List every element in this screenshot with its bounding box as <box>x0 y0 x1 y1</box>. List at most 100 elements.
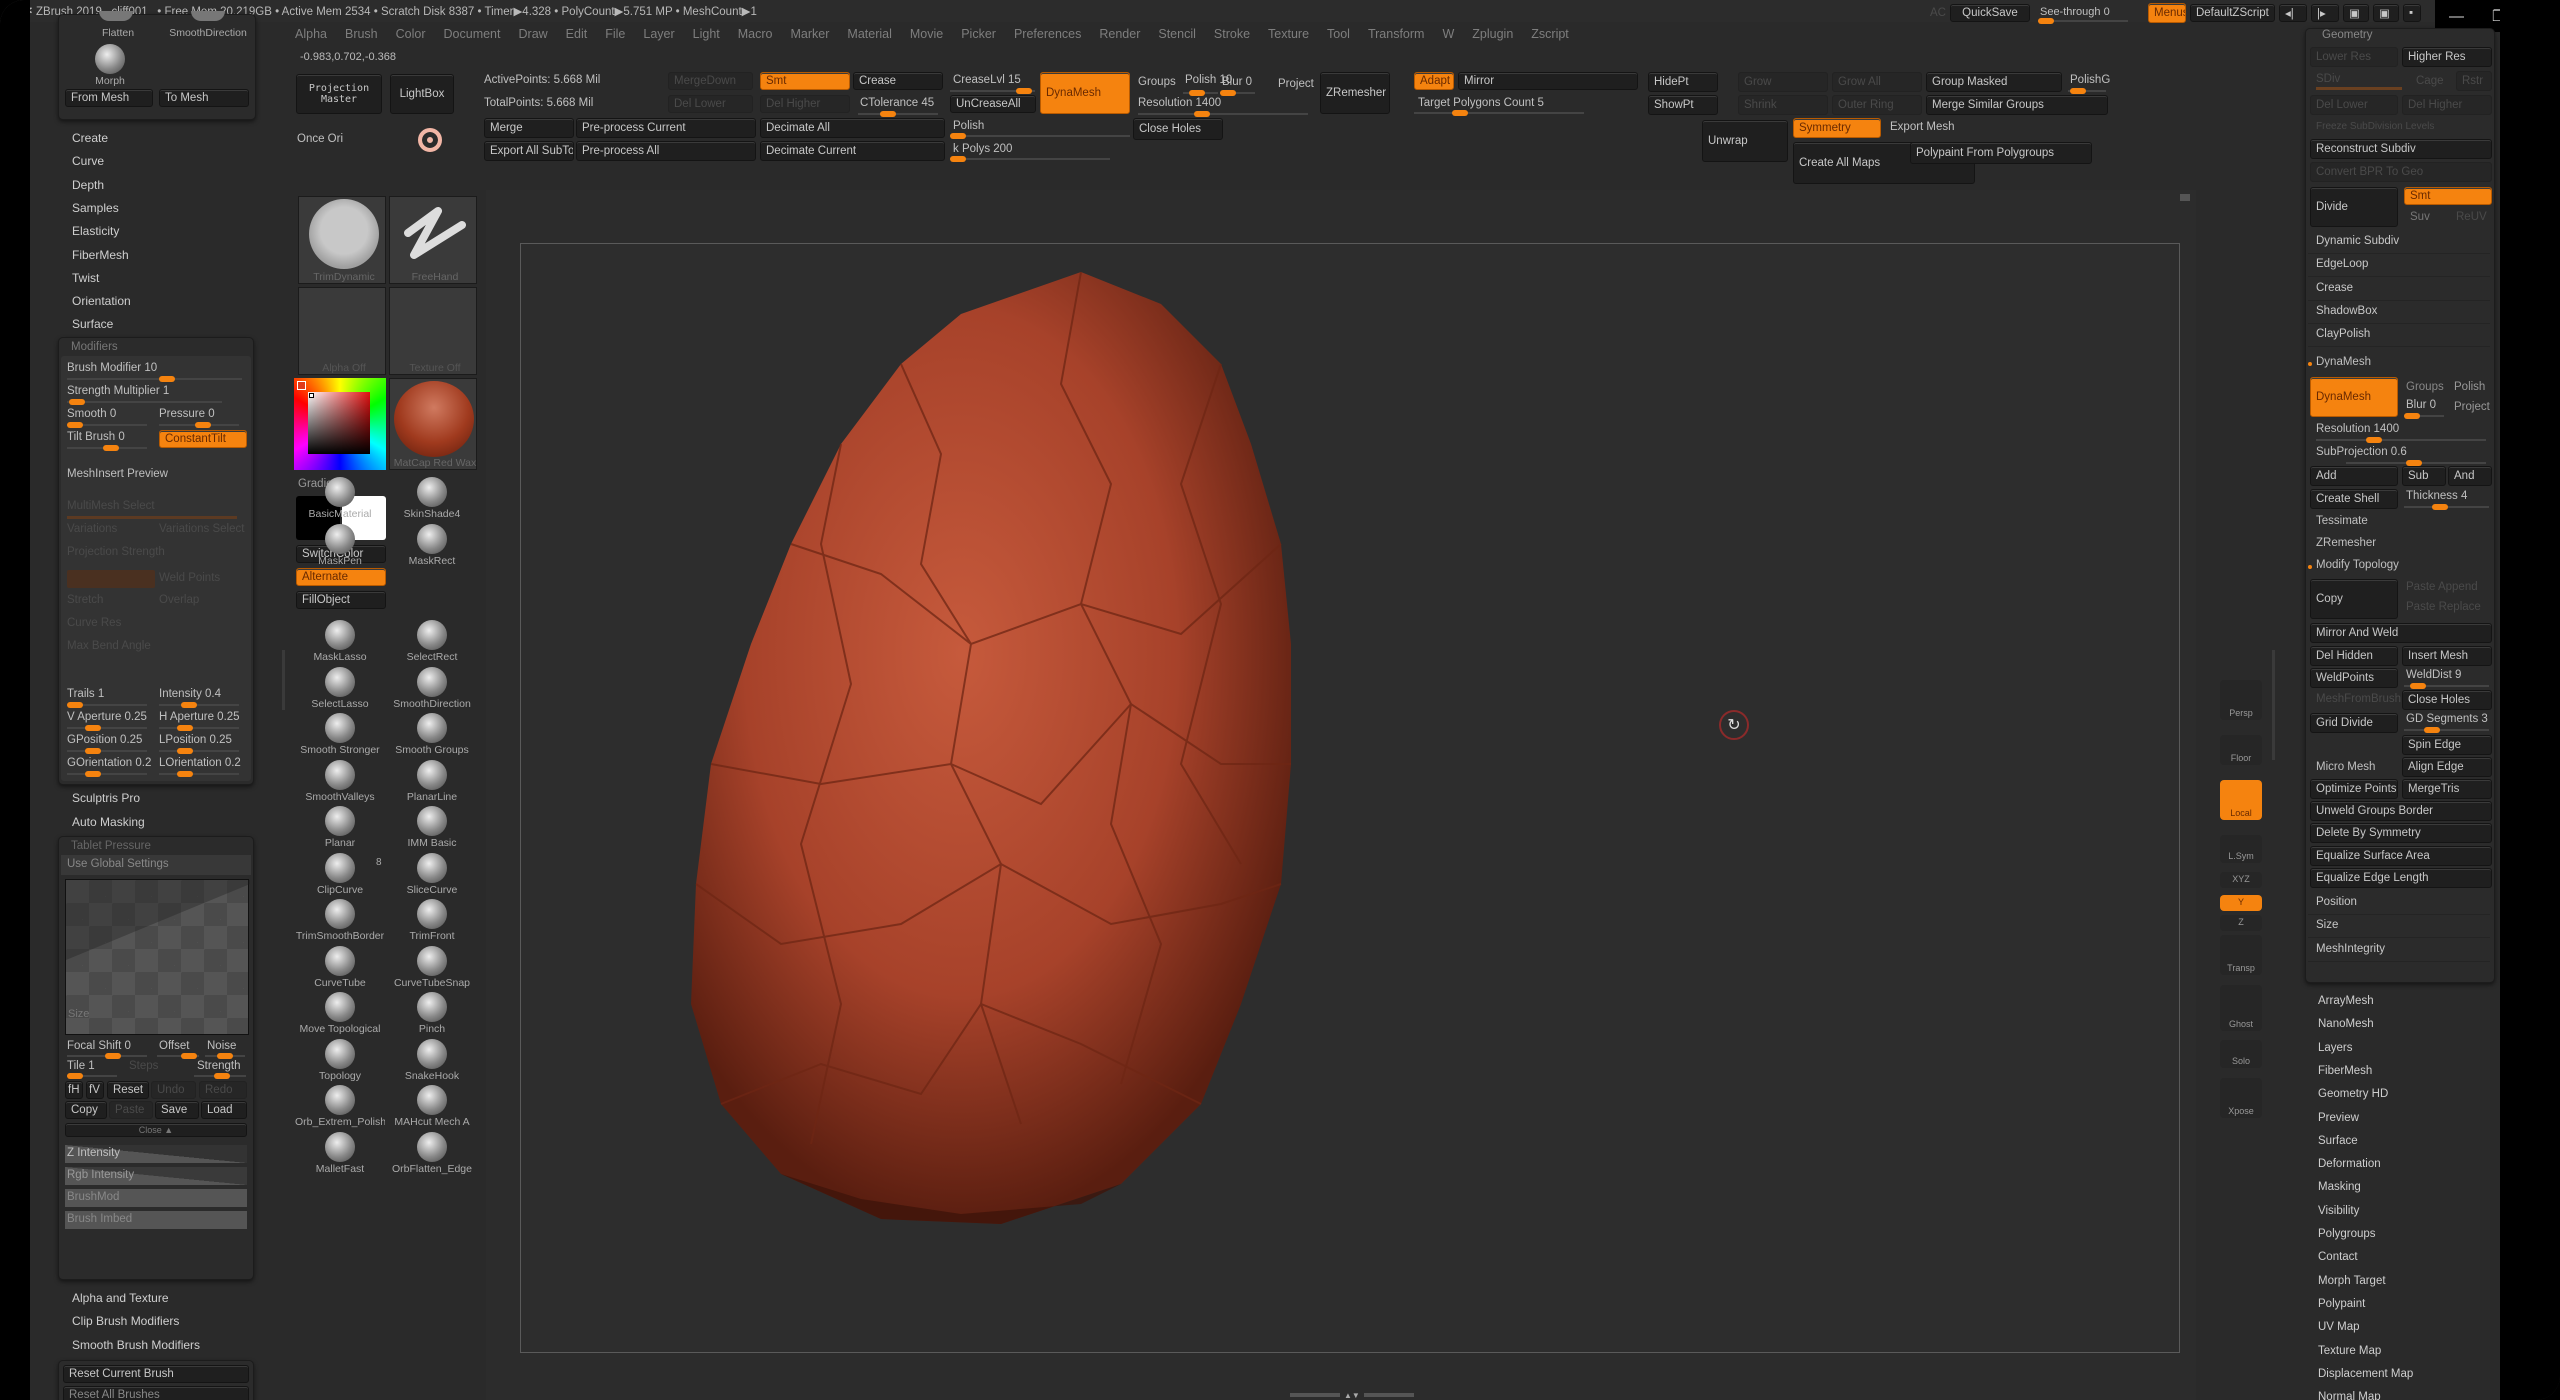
smooth-brush-modifiers-section[interactable]: Smooth Brush Modifiers <box>72 1338 200 1352</box>
color-picker[interactable] <box>294 378 386 470</box>
offset-slider[interactable] <box>157 1053 199 1059</box>
shrink-button[interactable]: Shrink <box>1738 95 1828 115</box>
flip-h-button[interactable]: fH <box>65 1081 83 1099</box>
tool-section-normal-map[interactable]: Normal Map <box>2318 1391 2381 1400</box>
reset-all-brushes-button[interactable]: Reset All Brushes <box>63 1386 249 1400</box>
geo-dynamesh-button[interactable]: DynaMesh <box>2310 377 2398 417</box>
clipcurve-brush-icon[interactable] <box>325 852 355 883</box>
del-hidden-button[interactable]: Del Hidden <box>2310 646 2398 666</box>
section-samples[interactable]: Samples <box>72 201 119 215</box>
reconstruct-subdiv-button[interactable]: Reconstruct Subdiv <box>2310 139 2492 159</box>
micro-mesh-label[interactable]: Micro Mesh <box>2316 761 2375 773</box>
geo-section-shadowbox[interactable]: ShadowBox <box>2308 302 2490 324</box>
planar-brush-icon[interactable] <box>325 806 355 836</box>
menu-transform[interactable]: Transform <box>1368 27 1425 41</box>
insert-mesh-button[interactable]: Insert Mesh <box>2402 646 2492 666</box>
topology-brush-icon[interactable] <box>325 1038 355 1069</box>
reuv-toggle[interactable]: ReUV <box>2456 211 2487 223</box>
persp-view-button[interactable]: Persp <box>2220 680 2262 720</box>
subprojection-slider[interactable] <box>2346 460 2486 466</box>
main-color-swatch[interactable] <box>297 381 306 390</box>
tray-right-icon[interactable]: |▸ <box>2310 4 2339 22</box>
geo-section-meshintegrity[interactable]: MeshIntegrity <box>2308 940 2490 962</box>
menu-brush[interactable]: Brush <box>345 27 378 41</box>
auto-masking-section[interactable]: Auto Masking <box>72 815 145 829</box>
once-ori-indicator-icon[interactable] <box>418 128 442 152</box>
spin-edge-button[interactable]: Spin Edge <box>2402 735 2492 755</box>
slicecurve-brush-icon[interactable] <box>417 852 447 883</box>
gorientation-slider[interactable] <box>67 771 147 777</box>
showpt-button[interactable]: ShowPt <box>1648 95 1718 115</box>
material-button[interactable]: MatCap Red Wax <box>389 378 477 470</box>
geo-dynamesh-polish-toggle[interactable]: Polish <box>2454 381 2485 393</box>
curve-save-button[interactable]: Save <box>155 1101 199 1119</box>
trimsmoothborder-brush-icon[interactable] <box>325 899 355 929</box>
dynamesh-polish-slider[interactable] <box>1183 90 1218 96</box>
menu-zscript[interactable]: Zscript <box>1531 27 1569 41</box>
tool-section-visibility[interactable]: Visibility <box>2318 1205 2359 1217</box>
adapt-toggle[interactable]: Adapt <box>1414 72 1454 90</box>
smt-toggle[interactable]: Smt <box>760 72 850 90</box>
tile-slider[interactable] <box>67 1073 117 1079</box>
curve-close-button[interactable]: Close ▲ <box>65 1123 247 1137</box>
alpha-and-texture-section[interactable]: Alpha and Texture <box>72 1291 169 1305</box>
boolean-sub-button[interactable]: Sub <box>2402 466 2446 486</box>
menu-tool[interactable]: Tool <box>1327 27 1350 41</box>
menu-alpha[interactable]: Alpha <box>295 27 327 41</box>
menu-stroke[interactable]: Stroke <box>1214 27 1250 41</box>
solo-view-button[interactable]: Solo <box>2220 1040 2262 1068</box>
create-shell-button[interactable]: Create Shell <box>2310 489 2398 509</box>
merge-similar-groups-button[interactable]: Merge Similar Groups <box>1926 95 2108 115</box>
del-higher-button[interactable]: Del Higher <box>760 95 850 113</box>
tool-section-displacement-map[interactable]: Displacement Map <box>2318 1368 2413 1380</box>
tool-section-texture-map[interactable]: Texture Map <box>2318 1345 2381 1357</box>
transp-view-button[interactable]: Transp <box>2220 935 2262 975</box>
outer-ring-button[interactable]: Outer Ring <box>1832 95 1922 115</box>
menu-texture[interactable]: Texture <box>1268 27 1309 41</box>
curve-reset-button[interactable]: Reset <box>107 1081 149 1099</box>
export-all-subtools-button[interactable]: Export All SubTo <box>484 141 574 161</box>
quicksave-button[interactable]: QuickSave <box>1949 4 2030 22</box>
mirror-and-weld-button[interactable]: Mirror And Weld <box>2310 623 2492 643</box>
tilt-brush-slider[interactable] <box>67 445 147 451</box>
move-topological-brush-icon[interactable] <box>325 992 355 1022</box>
lower-res-button[interactable]: Lower Res <box>2310 47 2398 67</box>
tool-section-layers[interactable]: Layers <box>2318 1042 2353 1054</box>
geo-dynamesh-groups-toggle[interactable]: Groups <box>2406 381 2444 393</box>
geo-del-higher-button[interactable]: Del Higher <box>2402 95 2492 115</box>
divide-smt-toggle[interactable]: Smt <box>2404 187 2492 205</box>
orb-extrem-polish-brush-icon[interactable] <box>325 1085 355 1115</box>
tray-left-icon[interactable]: ◂| <box>2278 4 2307 22</box>
smooth-slider[interactable] <box>67 422 147 428</box>
tool-section-polypaint[interactable]: Polypaint <box>2318 1298 2365 1310</box>
optimize-points-button[interactable]: Optimize Points <box>2310 779 2398 799</box>
texture-button[interactable]: Texture Off <box>389 287 477 375</box>
menu-layer[interactable]: Layer <box>643 27 674 41</box>
menu-movie[interactable]: Movie <box>910 27 943 41</box>
constant-tilt-toggle[interactable]: ConstantTilt <box>159 430 247 448</box>
malletfast-brush-icon[interactable] <box>325 1131 355 1162</box>
alternate-toggle[interactable]: Alternate <box>296 568 386 586</box>
gposition-slider[interactable] <box>67 748 147 754</box>
layout-left-icon[interactable]: ▣ <box>2342 4 2369 22</box>
del-lower-button[interactable]: Del Lower <box>668 95 753 113</box>
ctolerance-slider[interactable] <box>858 111 938 117</box>
paste-replace-button[interactable]: Paste Replace <box>2406 601 2481 613</box>
section-create[interactable]: Create <box>72 131 108 145</box>
minimize-button[interactable]: — <box>2449 8 2464 25</box>
weldpoints-button[interactable]: WeldPoints <box>2310 668 2398 688</box>
menu-w[interactable]: W <box>1442 27 1454 41</box>
planarline-brush-icon[interactable] <box>417 759 447 790</box>
geo-section-crease[interactable]: Crease <box>2308 279 2490 301</box>
suv-toggle[interactable]: Suv <box>2410 211 2430 223</box>
merge-down-button[interactable]: MergeDown <box>668 72 753 90</box>
boolean-and-button[interactable]: And <box>2448 466 2492 486</box>
align-edge-button[interactable]: Align Edge <box>2402 757 2492 777</box>
floor-view-button[interactable]: Floor <box>2220 735 2262 765</box>
decimate-all-button[interactable]: Decimate All <box>760 118 945 138</box>
strength-multiplier-slider[interactable] <box>67 399 222 405</box>
clip-brush-modifiers-section[interactable]: Clip Brush Modifiers <box>72 1314 179 1328</box>
menu-material[interactable]: Material <box>847 27 891 41</box>
trimfront-brush-icon[interactable] <box>417 899 447 929</box>
grow-all-button[interactable]: Grow All <box>1832 72 1922 92</box>
